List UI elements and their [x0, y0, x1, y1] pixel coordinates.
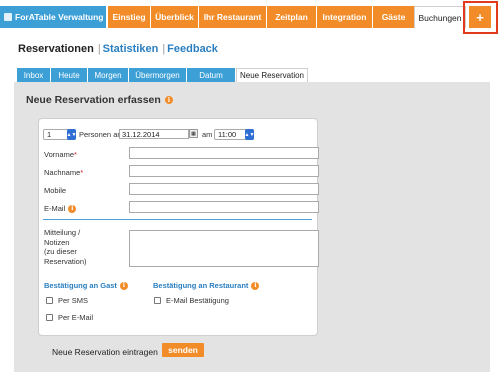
required-mark: * — [74, 150, 77, 159]
divider — [43, 219, 312, 220]
firstname-label: Vorname* — [44, 150, 77, 159]
tab-inbox[interactable]: Inbox — [17, 68, 51, 82]
persons-value: 1 — [47, 130, 52, 139]
nav-tab-buchungen[interactable]: Buchungen — [414, 6, 466, 28]
required-mark: * — [80, 168, 84, 177]
brand-icon — [4, 13, 12, 21]
sms-label: Per SMS — [58, 296, 89, 305]
link-feedback[interactable]: Feedback — [167, 43, 218, 55]
restaurant-confirm-title: Bestätigung an Restaurant — [153, 281, 249, 290]
nav-tab-zeitplan[interactable]: Zeitplan — [266, 6, 316, 28]
tab-morgen[interactable]: Morgen — [88, 68, 129, 82]
notes-label-line: Mitteilung / — [44, 228, 81, 237]
info-icon[interactable]: i — [164, 96, 173, 104]
calendar-icon[interactable]: ▦ — [189, 129, 198, 138]
chevron-updown-icon: ▲▼ — [245, 129, 254, 140]
notes-textarea[interactable] — [129, 230, 319, 267]
guest-email-checkbox[interactable] — [46, 314, 53, 321]
nav-tab-ihr-restaurant[interactable]: Ihr Restaurant — [198, 6, 266, 28]
brand-link[interactable]: ForATable Verwaltung — [0, 6, 106, 28]
submit-label: Neue Reservation eintragen — [52, 347, 158, 357]
chevron-updown-icon: ▲▼ — [67, 129, 76, 140]
email-label: E-Mail i — [44, 204, 77, 213]
notes-label-line: (zu dieser — [44, 247, 77, 256]
tab-uebermorgen[interactable]: Übermorgen — [129, 68, 187, 82]
link-reservationen[interactable]: Reservationen — [18, 43, 94, 55]
date-value: 31.12.2014 — [122, 129, 160, 139]
email-label-text: E-Mail — [44, 204, 66, 213]
notes-label: Mitteilung / Notizen (zu dieser Reservat… — [44, 228, 87, 266]
firstname-label-text: Vorname — [44, 150, 75, 159]
mobile-label: Mobile — [44, 186, 67, 195]
persons-label: Personen am — [79, 130, 124, 139]
nav-tab-ueberblick[interactable]: Überblick — [150, 6, 198, 28]
info-icon[interactable]: i — [68, 204, 77, 213]
link-statistiken[interactable]: Statistiken — [103, 43, 159, 55]
brand-label: ForATable Verwaltung — [15, 12, 104, 22]
persons-select[interactable]: 1 ▲▼ — [43, 129, 76, 140]
send-button[interactable]: senden — [162, 343, 204, 357]
separator: | — [97, 43, 101, 55]
separator: | — [162, 43, 166, 55]
time-value: 11:00 — [218, 130, 237, 139]
notes-label-line: Notizen — [44, 237, 70, 247]
sms-checkbox[interactable] — [46, 297, 53, 304]
info-icon[interactable]: i — [119, 281, 128, 290]
reservation-form: 1 ▲▼ Personen am 31.12.2014 ▦ am 11:00 ▲… — [38, 118, 319, 336]
tab-neue-reservation[interactable]: Neue Reservation — [236, 68, 308, 82]
nav-tab-gaeste[interactable]: Gäste — [372, 6, 414, 28]
time-select[interactable]: 11:00 ▲▼ — [214, 129, 254, 140]
lastname-label-text: Nachname — [44, 168, 81, 177]
time-prefix: am — [202, 130, 213, 139]
nav-tab-integration[interactable]: Integration — [316, 6, 372, 28]
restaurant-email-label: E-Mail Bestätigung — [166, 296, 229, 305]
top-navigation: ForATable Verwaltung Einstieg Überblick … — [0, 6, 500, 29]
lastname-label: Nachname* — [44, 168, 83, 177]
restaurant-email-checkbox[interactable] — [154, 297, 161, 304]
guest-confirm-heading: Bestätigung an Gast i — [44, 281, 128, 290]
tab-heute[interactable]: Heute — [51, 68, 88, 82]
panel-title: Neue Reservation erfassen i — [26, 94, 173, 106]
tab-datum[interactable]: Datum — [187, 68, 236, 82]
section-links: Reservationen | Statistiken | Feedback — [18, 43, 220, 55]
mobile-field[interactable] — [129, 183, 319, 195]
email-field[interactable] — [129, 201, 319, 213]
firstname-field[interactable] — [129, 147, 319, 159]
lastname-field[interactable] — [129, 165, 319, 177]
new-reservation-panel: Neue Reservation erfassen i 1 ▲▼ Persone… — [14, 82, 490, 372]
guest-email-label: Per E-Mail — [58, 313, 94, 322]
nav-tab-einstieg[interactable]: Einstieg — [107, 6, 150, 28]
restaurant-confirm-heading: Bestätigung an Restaurant i — [153, 281, 260, 290]
info-icon[interactable]: i — [251, 281, 260, 290]
date-input[interactable]: 31.12.2014 — [119, 129, 189, 139]
panel-title-text: Neue Reservation erfassen — [26, 94, 161, 106]
guest-confirm-title: Bestätigung an Gast — [44, 281, 117, 290]
add-button[interactable]: + — [469, 6, 491, 28]
notes-label-line: Reservation) — [44, 256, 87, 266]
